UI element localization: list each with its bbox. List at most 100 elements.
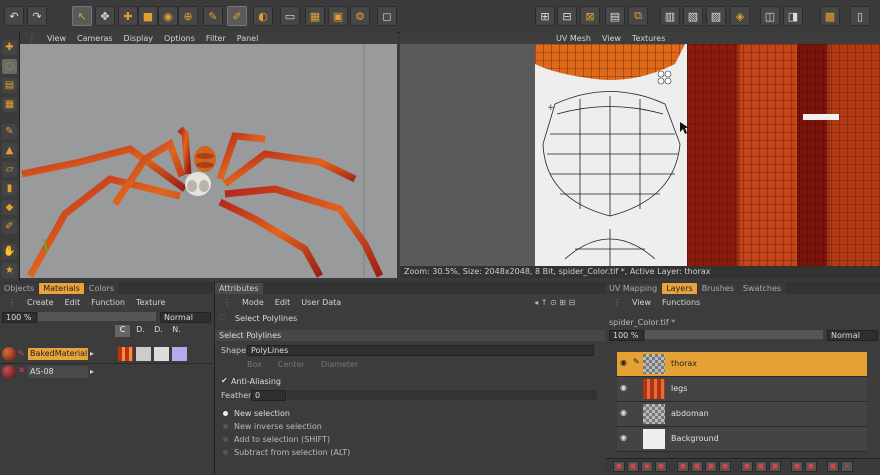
viewport-menu-cameras[interactable]: Cameras: [77, 34, 113, 43]
gradient-tool-icon[interactable]: ▮: [2, 181, 17, 196]
visibility-eye-icon-legs[interactable]: ◉: [620, 383, 630, 392]
channel-normal[interactable]: N.: [169, 325, 184, 337]
color-channel-thumb[interactable]: [118, 347, 133, 361]
layers-opacity-slider[interactable]: [645, 330, 823, 339]
attr-nav-icons[interactable]: ◂ ↑ ⊙ ⊞ ⊟: [534, 298, 575, 307]
stamp-tool-icon[interactable]: ▲: [2, 143, 17, 158]
paint-mode-icon[interactable]: ▨: [706, 6, 726, 26]
material-row-as08[interactable]: ✕ AS-08 ▸: [0, 364, 213, 380]
uv-edit-icon[interactable]: ◨: [783, 6, 803, 26]
visibility-eye-icon[interactable]: ◉: [620, 358, 630, 367]
checker-icon[interactable]: ▩: [820, 6, 840, 26]
live-selection-icon[interactable]: ↖: [72, 6, 92, 26]
feather-field[interactable]: 0: [251, 390, 286, 401]
diffuse-channel-thumb[interactable]: [136, 347, 151, 361]
layer-row-background[interactable]: ◉ Background: [617, 427, 867, 452]
tab-layers[interactable]: Layers: [662, 283, 697, 294]
viewport-menu-filter[interactable]: Filter: [206, 34, 226, 43]
visibility-eye-icon-background[interactable]: ◉: [620, 433, 630, 442]
feather-slider[interactable]: [287, 390, 597, 400]
layer-row-legs[interactable]: ◉ legs: [617, 377, 867, 402]
viewport-menu-display[interactable]: Display: [124, 34, 154, 43]
shape-option-center[interactable]: Center: [278, 360, 305, 369]
viewport-menu-options[interactable]: Options: [164, 34, 195, 43]
delete-tag-icon[interactable]: ✕: [18, 366, 26, 376]
tab-swatches[interactable]: Swatches: [738, 283, 786, 294]
3d-viewport[interactable]: [20, 44, 397, 278]
attr-menu-mode[interactable]: Mode: [242, 298, 264, 307]
paint-tool-icon[interactable]: ✎: [203, 6, 223, 26]
uv-points-icon[interactable]: ⊞: [535, 6, 555, 26]
trash-icon[interactable]: ✕: [841, 461, 853, 472]
lock-icon[interactable]: ■: [741, 461, 753, 472]
brush-tool-icon[interactable]: ✎: [2, 124, 17, 139]
materials-opacity-slider[interactable]: [38, 312, 156, 321]
tab-attributes[interactable]: Attributes: [215, 283, 263, 294]
unlock-icon[interactable]: ▯: [850, 6, 870, 26]
lasso-tool-icon[interactable]: ◌: [2, 59, 17, 74]
uv-edges-icon[interactable]: ⊟: [557, 6, 577, 26]
tab-colors[interactable]: Colors: [84, 283, 118, 294]
render-settings-icon[interactable]: ⚙: [350, 6, 370, 26]
mode-subtract[interactable]: Subtract from selection (ALT): [223, 448, 350, 457]
antialias-checkbox[interactable]: ✔: [221, 376, 228, 385]
mask-icon[interactable]: ●: [641, 461, 653, 472]
material-name-2[interactable]: AS-08: [28, 366, 88, 378]
layer-options-icon[interactable]: ■: [827, 461, 839, 472]
viewport-menu-panel[interactable]: Panel: [237, 34, 259, 43]
tab-brushes[interactable]: Brushes: [697, 283, 738, 294]
duplicate-icon[interactable]: ■: [655, 461, 667, 472]
materials-menu-create[interactable]: Create: [27, 298, 54, 307]
materials-menu-texture[interactable]: Texture: [136, 298, 165, 307]
expand-arrow-icon[interactable]: ▸: [90, 349, 94, 358]
materials-menu-function[interactable]: Function: [91, 298, 125, 307]
move-up-icon[interactable]: ■: [791, 461, 803, 472]
fill-tool-icon[interactable]: ◆: [2, 200, 17, 215]
texture-view-icon[interactable]: ▥: [660, 6, 680, 26]
layout-icon[interactable]: ◫: [760, 6, 780, 26]
move-icon[interactable]: ✥: [95, 6, 115, 26]
attr-menu-edit[interactable]: Edit: [275, 298, 291, 307]
fill-icon[interactable]: ◐: [253, 6, 273, 26]
rotate-circle-icon[interactable]: ◉: [158, 6, 178, 26]
undo-icon[interactable]: ↶: [4, 6, 24, 26]
attr-menu-userdata[interactable]: User Data: [301, 298, 341, 307]
uv-grid-icon[interactable]: ▤: [605, 6, 625, 26]
projection-icon[interactable]: ◈: [730, 6, 750, 26]
uv-menu-uvmesh[interactable]: UV Mesh: [556, 34, 591, 43]
redo-icon[interactable]: ↷: [27, 6, 47, 26]
visibility-eye-icon-abdoman[interactable]: ◉: [620, 408, 630, 417]
tab-objects[interactable]: Objects: [0, 283, 39, 294]
eyedropper-tool-icon[interactable]: ✐: [2, 219, 17, 234]
expand-arrow-icon-2[interactable]: ▸: [90, 367, 94, 376]
diffuse2-channel-thumb[interactable]: [154, 347, 169, 361]
layers-blend-select[interactable]: Normal: [827, 330, 878, 341]
channel-diffuse[interactable]: D.: [133, 325, 148, 337]
layers-menu-view[interactable]: View: [632, 298, 651, 307]
normal-channel-thumb[interactable]: [172, 347, 187, 361]
shape-option-box[interactable]: Box: [247, 360, 262, 369]
mode-new-selection[interactable]: New selection: [223, 409, 290, 418]
uv-menu-textures[interactable]: Textures: [632, 34, 665, 43]
layer-brush-icon[interactable]: ✎: [633, 357, 640, 366]
select-tool-icon[interactable]: ▤: [2, 78, 17, 93]
move-down-icon[interactable]: ■: [805, 461, 817, 472]
tab-materials[interactable]: Materials: [39, 283, 84, 294]
material-row-baked[interactable]: ✎ BakedMaterial ▸: [0, 345, 213, 364]
merge-icon[interactable]: ■: [677, 461, 689, 472]
channel-color[interactable]: C: [115, 325, 130, 337]
materials-zoom-field[interactable]: 100 %: [2, 312, 37, 323]
shape-option-diameter[interactable]: Diameter: [321, 360, 358, 369]
uv-canvas[interactable]: +: [535, 44, 880, 266]
layers-menu-functions[interactable]: Functions: [662, 298, 700, 307]
mode-add[interactable]: Add to selection (SHIFT): [223, 435, 330, 444]
uv-polygons-icon[interactable]: ⊠: [580, 6, 600, 26]
uv-menu-view[interactable]: View: [602, 34, 621, 43]
frame-icon[interactable]: ▭: [280, 6, 300, 26]
shape-select[interactable]: PolyLines: [247, 345, 594, 356]
layer-row-abdoman[interactable]: ◉ abdoman: [617, 402, 867, 427]
material-name[interactable]: BakedMaterial: [28, 348, 88, 360]
fill-layer-icon[interactable]: ■: [719, 461, 731, 472]
tab-uv-mapping[interactable]: UV Mapping: [605, 283, 662, 294]
new-layer-icon[interactable]: ■: [613, 461, 625, 472]
